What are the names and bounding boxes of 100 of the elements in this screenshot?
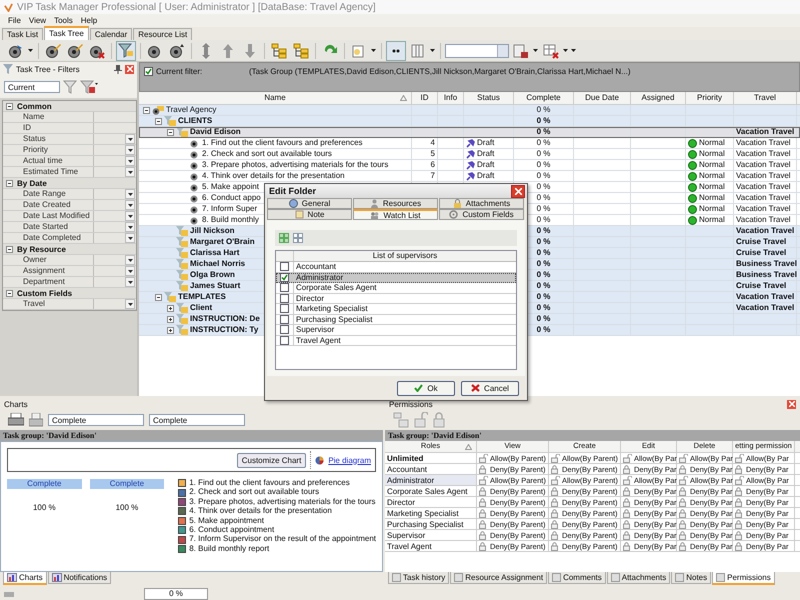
tree-item-name: 8. Build monthly bbox=[202, 215, 259, 225]
complete-cell: 0 % bbox=[536, 226, 550, 236]
complete-cell: 0 % bbox=[536, 248, 550, 258]
travel-cell: Vacation Travel bbox=[736, 182, 791, 192]
tree-item-name: Travel Agency bbox=[166, 105, 216, 115]
panel-title: Charts bbox=[4, 400, 28, 408]
list-header: List of supervisors bbox=[372, 251, 438, 261]
tree-item-name: James Stuart bbox=[190, 281, 240, 291]
group-title: Task group: 'David Edison' bbox=[0, 430, 383, 441]
tree-item-name: INSTRUCTION: De bbox=[190, 314, 260, 324]
chart-value: 100 % bbox=[116, 503, 138, 512]
tree-item-name: David Edison bbox=[190, 127, 241, 137]
complete-cell: 0 % bbox=[536, 160, 550, 170]
complete-cell: 0 % bbox=[536, 281, 550, 291]
id-cell: 5 bbox=[430, 149, 435, 159]
travel-cell: Vacation Travel bbox=[736, 160, 791, 170]
priority-cell: Normal bbox=[699, 160, 725, 170]
supervisor-name: Supervisor bbox=[295, 325, 334, 334]
complete-cell: 0 % bbox=[536, 259, 550, 269]
supervisor-name: Travel Agent bbox=[295, 336, 341, 345]
legend-label: 5. Make appointment bbox=[189, 516, 264, 526]
status-cell: Draft bbox=[477, 171, 494, 181]
chart-column-header: Complete bbox=[90, 479, 164, 489]
tree-item-name: 1. Find out the client favours and preferences bbox=[202, 138, 363, 148]
group-title: Task group: 'David Edison' bbox=[385, 430, 800, 441]
tree-item-name: 5. Make appoint bbox=[202, 182, 259, 192]
complete-cell: 0 % bbox=[536, 325, 550, 335]
priority-cell: Normal bbox=[699, 149, 725, 159]
legend-label: 7. Inform Supervisor on the result of the appointment bbox=[189, 535, 376, 544]
complete-cell: 0 % bbox=[536, 127, 550, 137]
legend-label: 3. Prepare photos, advertising materials for the tours bbox=[189, 498, 376, 506]
tree-item-name: Olga Brown bbox=[190, 270, 235, 280]
travel-cell: Vacation Travel bbox=[736, 171, 791, 181]
complete-cell: 0 % bbox=[536, 193, 550, 203]
tree-item-name: 3. Prepare photos, advertising materials for the tours bbox=[202, 160, 388, 170]
group-heading: Common bbox=[17, 102, 52, 110]
priority-cell: Normal bbox=[699, 193, 725, 203]
complete-cell: 0 % bbox=[536, 204, 550, 214]
group-heading: By Date bbox=[17, 178, 47, 188]
supervisor-name: Accountant bbox=[295, 262, 336, 272]
filter-expression: (Task Group (TEMPLATES,David Edison,CLIENTS,Jill Nickson,Margaret O'Brain,Clarissa Hart,Michael N...) bbox=[249, 67, 630, 76]
tree-item-name: 6. Conduct appo bbox=[202, 193, 261, 203]
tree-item-name: 4. Think over details for the presentation bbox=[202, 171, 345, 181]
complete-cell: 0 % bbox=[536, 292, 550, 302]
id-cell: 7 bbox=[430, 171, 435, 181]
travel-cell: Business Travel bbox=[736, 270, 797, 280]
travel-cell: Vacation Travel bbox=[736, 138, 791, 148]
travel-cell: Cruise Travel bbox=[736, 281, 786, 291]
supervisor-name: Director bbox=[295, 294, 324, 303]
tree-item-name: Michael Norris bbox=[190, 259, 246, 269]
status-cell: Draft bbox=[477, 138, 494, 148]
complete-cell: 0 % bbox=[536, 215, 550, 225]
id-cell: 4 bbox=[430, 138, 435, 148]
complete-cell: 0 % bbox=[536, 182, 550, 192]
travel-cell: Cruise Travel bbox=[736, 248, 786, 258]
tree-item-name: Clarissa Hart bbox=[190, 248, 240, 258]
tree-item-name: 7. Inform Super bbox=[202, 204, 258, 214]
supervisor-name: Marketing Specialist bbox=[295, 304, 368, 314]
complete-cell: 0 % bbox=[536, 149, 550, 159]
legend-label: 4. Think over details for the presentation bbox=[189, 507, 332, 516]
supervisor-name: Purchasing Specialist bbox=[295, 314, 372, 324]
travel-cell: Vacation Travel bbox=[736, 204, 791, 214]
complete-cell: 0 % bbox=[536, 314, 550, 324]
window-title: VIP Task Manager Professional [ User: Administrator ] [DataBase: Travel Agency] bbox=[17, 2, 376, 12]
tree-item-name: TEMPLATES bbox=[178, 292, 226, 302]
tree-item-name: 2. Check and sort out available tours bbox=[202, 149, 332, 159]
complete-cell: 0 % bbox=[536, 270, 550, 280]
filter-label: Current filter: bbox=[156, 67, 204, 76]
supervisor-name: Corporate Sales Agent bbox=[295, 283, 376, 292]
complete-cell: 0 % bbox=[536, 171, 550, 181]
legend-label: 1. Find out the client favours and preferences bbox=[189, 479, 350, 488]
travel-cell: Vacation Travel bbox=[736, 127, 794, 137]
panel-title: Permissions bbox=[389, 400, 433, 408]
legend-label: 2. Check and sort out available tours bbox=[189, 488, 320, 497]
complete-cell: 0 % bbox=[536, 303, 550, 313]
chart-column-header: Complete bbox=[7, 479, 82, 489]
group-heading: By Resource bbox=[17, 244, 66, 254]
complete-cell: 0 % bbox=[536, 116, 550, 126]
status-cell: Draft bbox=[477, 160, 494, 170]
complete-cell: 0 % bbox=[536, 237, 550, 247]
priority-cell: Normal bbox=[699, 171, 725, 181]
complete-cell: 0 % bbox=[536, 138, 550, 148]
travel-cell: Vacation Travel bbox=[736, 292, 794, 302]
group-heading: Custom Fields bbox=[17, 288, 72, 298]
tree-item-name: Margaret O'Brain bbox=[190, 237, 255, 247]
travel-cell: Vacation Travel bbox=[736, 193, 791, 203]
panel-title: Task Tree - Filters bbox=[16, 64, 80, 74]
priority-cell: Normal bbox=[699, 138, 725, 148]
supervisor-name: Administrator bbox=[295, 272, 344, 282]
legend-label: 8. Build monthly report bbox=[189, 544, 270, 554]
tree-item-name: CLIENTS bbox=[178, 116, 212, 126]
priority-cell: Normal bbox=[699, 182, 725, 192]
priority-cell: Normal bbox=[699, 215, 725, 225]
travel-cell: Vacation Travel bbox=[736, 226, 794, 236]
chart-value: 100 % bbox=[32, 503, 56, 512]
complete-cell: 0 % bbox=[536, 105, 550, 115]
tree-item-name: Client bbox=[190, 303, 212, 313]
id-cell: 6 bbox=[430, 160, 435, 170]
priority-cell: Normal bbox=[699, 204, 725, 214]
travel-cell: Cruise Travel bbox=[736, 237, 786, 247]
